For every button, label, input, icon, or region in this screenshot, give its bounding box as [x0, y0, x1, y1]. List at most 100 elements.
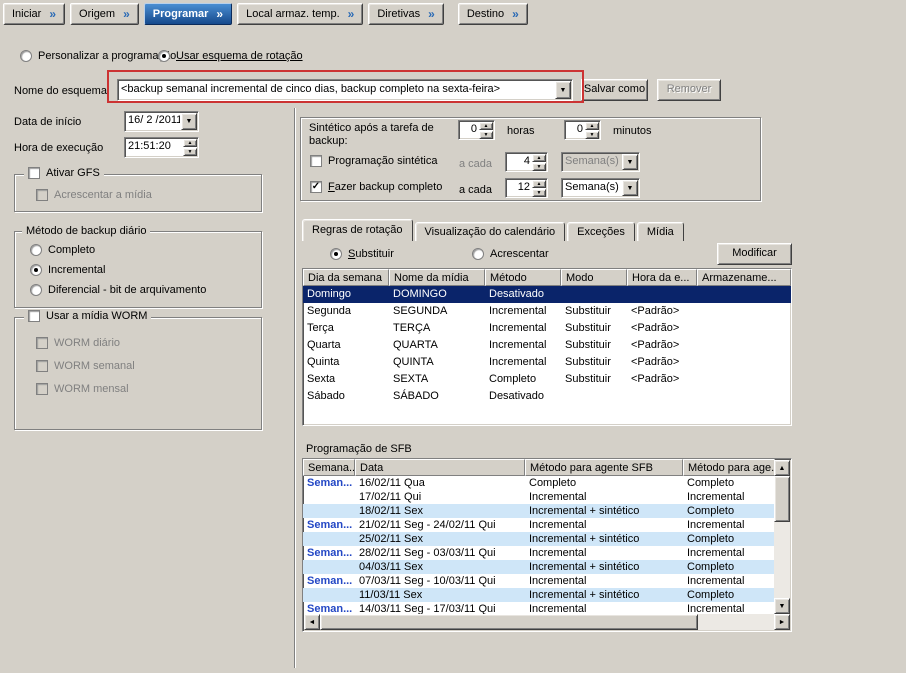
run-time-spinner[interactable]: 21:51:20 ▲ ▼: [124, 137, 199, 158]
wizard-tab-label: Programar: [153, 8, 209, 20]
scroll-left-icon[interactable]: ◄: [304, 614, 320, 630]
column-header-m-todo-para-age[interactable]: Método para age...: [683, 459, 775, 476]
spin-up-icon[interactable]: ▲: [479, 122, 493, 130]
tab-regras-de-rota-o[interactable]: Regras de rotação: [302, 219, 413, 241]
rules-row[interactable]: SextaSEXTACompletoSubstituir<Padrão>: [303, 371, 791, 388]
column-header-armazename[interactable]: Armazename...: [697, 269, 791, 286]
sfb-cell: Incremental + sintético: [525, 588, 683, 602]
full-unit-select[interactable]: Semana(s) ▼: [561, 178, 640, 198]
tab-exce-es[interactable]: Exceções: [567, 222, 635, 241]
sfb-row[interactable]: Seman...16/02/11 QuaCompletoCompleto: [303, 476, 775, 490]
synthetic-every-spinner[interactable]: 4 ▲ ▼: [505, 152, 548, 172]
sfb-row[interactable]: 11/03/11 SexIncremental + sintéticoCompl…: [303, 588, 775, 602]
spin-up-icon[interactable]: ▲: [183, 139, 197, 147]
spin-down-icon[interactable]: ▼: [532, 163, 546, 171]
save-as-button[interactable]: Salvar como: [581, 79, 648, 101]
radio-substituir[interactable]: Substituir: [330, 247, 394, 260]
column-header-data[interactable]: Data: [355, 459, 525, 476]
rules-row[interactable]: TerçaTERÇAIncrementalSubstituir<Padrão>: [303, 320, 791, 337]
scroll-up-icon[interactable]: ▲: [774, 460, 790, 476]
rules-row[interactable]: SábadoSÁBADODesativado: [303, 388, 791, 405]
spin-down-icon[interactable]: ▼: [532, 189, 546, 197]
dropdown-arrow-icon[interactable]: ▼: [622, 154, 638, 170]
radio-completo[interactable]: Completo: [30, 243, 206, 256]
sfb-row[interactable]: 04/03/11 SexIncremental + sintéticoCompl…: [303, 560, 775, 574]
column-header-nome-da-m-dia[interactable]: Nome da mídia: [389, 269, 485, 286]
rules-cell: [697, 303, 791, 320]
checkbox-ativar-gfs[interactable]: Ativar GFS: [24, 166, 104, 179]
radio-acrescentar[interactable]: Acrescentar: [472, 247, 549, 260]
sfb-cell: Seman...: [303, 476, 355, 490]
column-header-semana[interactable]: Semana...: [303, 459, 355, 476]
spin-down-icon[interactable]: ▼: [183, 148, 197, 156]
vertical-scrollbar-track[interactable]: [774, 522, 790, 598]
scheme-name-value: <backup semanal incremental de cinco dia…: [118, 80, 554, 100]
scroll-right-icon[interactable]: ►: [774, 614, 790, 630]
checkbox-worm-mensal[interactable]: WORM mensal: [36, 382, 135, 395]
spin-up-icon[interactable]: ▲: [532, 154, 546, 162]
wizard-tab-iniciar[interactable]: Iniciar»: [3, 3, 65, 25]
rules-row[interactable]: SegundaSEGUNDAIncrementalSubstituir<Padr…: [303, 303, 791, 320]
sfb-cell: 07/03/11 Seg - 10/03/11 Qui: [355, 574, 525, 588]
synthetic-minutes-spinner[interactable]: 0 ▲ ▼: [564, 120, 601, 140]
radio-icon: [158, 50, 170, 62]
rules-cell: [561, 286, 627, 303]
checkbox-acrescentar-midia[interactable]: Acrescentar a mídia: [36, 188, 152, 201]
horizontal-scrollbar[interactable]: ◄ ►: [304, 614, 790, 630]
remove-button[interactable]: Remover: [657, 79, 721, 101]
column-header-modo[interactable]: Modo: [561, 269, 627, 286]
radio-incremental[interactable]: Incremental: [30, 263, 206, 276]
rules-row[interactable]: QuartaQUARTAIncrementalSubstituir<Padrão…: [303, 337, 791, 354]
sfb-row[interactable]: 18/02/11 SexIncremental + sintéticoCompl…: [303, 504, 775, 518]
scheme-name-combobox[interactable]: <backup semanal incremental de cinco dia…: [117, 79, 573, 101]
spin-up-icon[interactable]: ▲: [532, 180, 546, 188]
rules-cell: Desativado: [485, 286, 561, 303]
dropdown-arrow-icon[interactable]: ▼: [555, 81, 571, 99]
spin-down-icon[interactable]: ▼: [585, 131, 599, 139]
full-every-spinner[interactable]: 12 ▲ ▼: [505, 178, 548, 198]
dropdown-arrow-icon[interactable]: ▼: [622, 180, 638, 196]
tab-m-dia[interactable]: Mídia: [637, 222, 684, 241]
checkbox-icon: [36, 337, 48, 349]
radio-personalizar-programacao[interactable]: Personalizar a programação: [20, 49, 176, 62]
checkbox-programacao-sintetica[interactable]: Programação sintética: [310, 154, 437, 167]
spin-down-icon[interactable]: ▼: [479, 131, 493, 139]
radio-usar-esquema-rotacao[interactable]: Usar esquema de rotação: [158, 49, 303, 62]
sfb-row[interactable]: Seman...28/02/11 Seg - 03/03/11 QuiIncre…: [303, 546, 775, 560]
column-header-hora-da-e[interactable]: Hora da e...: [627, 269, 697, 286]
column-header-m-todo[interactable]: Método: [485, 269, 561, 286]
worm-options: WORM diário WORM semanal WORM mensal: [36, 336, 135, 405]
wizard-tab-origem[interactable]: Origem»: [70, 3, 139, 25]
scroll-down-icon[interactable]: ▼: [774, 598, 790, 614]
synthetic-unit-select[interactable]: Semana(s) ▼: [561, 152, 640, 172]
spin-up-icon[interactable]: ▲: [585, 122, 599, 130]
vertical-scrollbar-thumb[interactable]: [774, 476, 790, 522]
checkbox-worm-semanal[interactable]: WORM semanal: [36, 359, 135, 372]
wizard-tab-local-armaz-temp[interactable]: Local armaz. temp.»: [237, 3, 363, 25]
wizard-tab-diretivas[interactable]: Diretivas»: [368, 3, 443, 25]
wizard-tab-programar[interactable]: Programar»: [144, 3, 232, 25]
tab-visualiza-o-do-calend-rio[interactable]: Visualização do calendário: [415, 222, 566, 241]
column-header-m-todo-para-agente-sfb[interactable]: Método para agente SFB: [525, 459, 683, 476]
start-date-picker[interactable]: 16/ 2 /2011 ▼: [124, 111, 199, 132]
synthetic-hours-spinner[interactable]: 0 ▲ ▼: [458, 120, 495, 140]
column-header-dia-da-semana[interactable]: Dia da semana: [303, 269, 389, 286]
rules-row[interactable]: QuintaQUINTAIncrementalSubstituir<Padrão…: [303, 354, 791, 371]
checkbox-fazer-backup-completo[interactable]: ✓ Fazer backup completo: [310, 180, 442, 193]
dropdown-arrow-icon[interactable]: ▼: [181, 113, 197, 130]
checkbox-worm-di-rio[interactable]: WORM diário: [36, 336, 135, 349]
wizard-tab-destino[interactable]: Destino»: [458, 3, 528, 25]
radio-label: Completo: [48, 244, 95, 256]
sfb-row[interactable]: 17/02/11 QuiIncrementalIncremental: [303, 490, 775, 504]
horizontal-scrollbar-thumb[interactable]: [320, 614, 698, 630]
sfb-row[interactable]: Seman...21/02/11 Seg - 24/02/11 QuiIncre…: [303, 518, 775, 532]
rules-row[interactable]: DomingoDOMINGODesativado: [303, 286, 791, 303]
sfb-row[interactable]: Seman...07/03/11 Seg - 10/03/11 QuiIncre…: [303, 574, 775, 588]
vertical-scrollbar[interactable]: ▲ ▼: [774, 460, 790, 614]
sfb-row[interactable]: 25/02/11 SexIncremental + sintéticoCompl…: [303, 532, 775, 546]
radio-icon: [30, 284, 42, 296]
radio-diferencial-bit-de-arquivamento[interactable]: Diferencial - bit de arquivamento: [30, 283, 206, 296]
checkbox-usar-midia-worm[interactable]: Usar a mídia WORM: [24, 309, 151, 322]
modify-button[interactable]: Modificar: [717, 243, 792, 265]
horizontal-scrollbar-track[interactable]: [698, 614, 774, 630]
